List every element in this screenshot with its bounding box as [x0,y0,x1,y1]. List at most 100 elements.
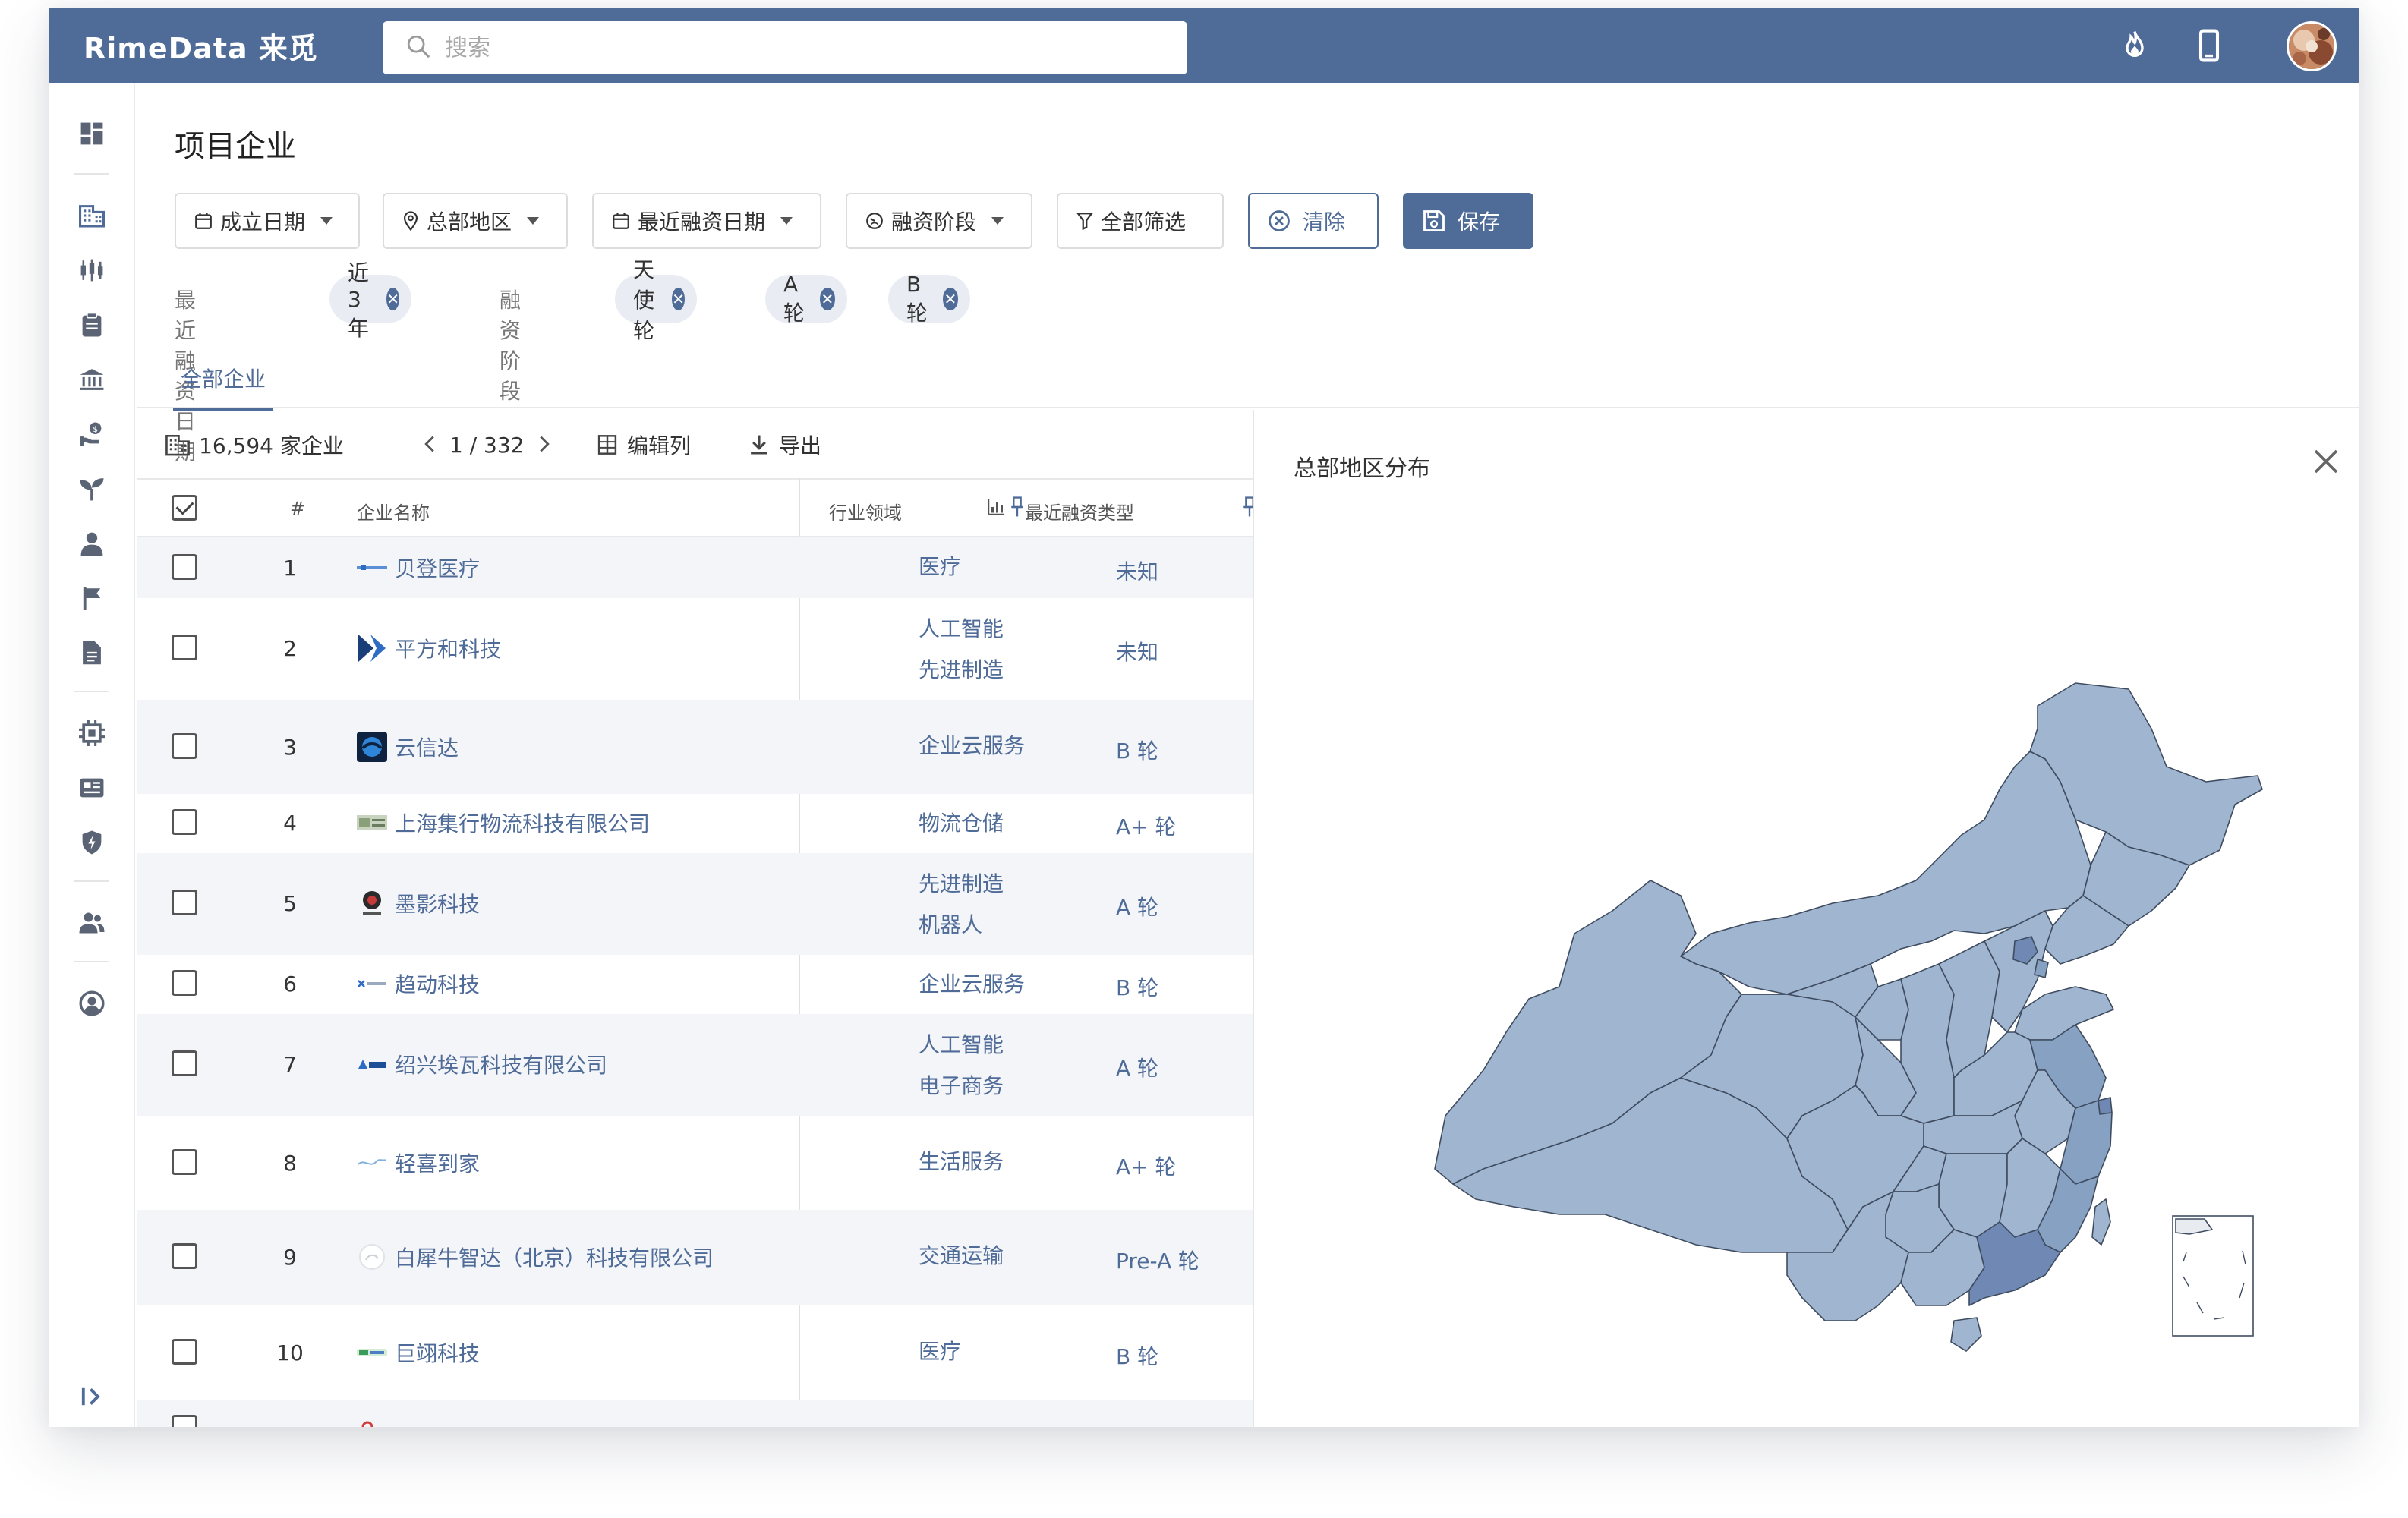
team-icon[interactable] [77,908,107,938]
company-name-link[interactable]: 巨翊科技 [357,1337,480,1368]
industry-tag[interactable]: 医疗 [919,1331,961,1372]
recent-funding-date-filter[interactable]: 最近融资日期 [592,193,821,249]
export-button[interactable]: 导出 [749,430,821,460]
table-row[interactable]: 6 趋动科技 企业云服务 B 轮 [137,955,1253,1014]
edit-columns-button[interactable]: 编辑列 [597,430,691,460]
company-name-link[interactable]: 上海集行物流科技有限公司 [357,808,650,838]
row-checkbox[interactable] [172,1415,197,1427]
account-icon[interactable] [77,988,107,1019]
industry-tag[interactable]: 机器人 [919,905,1004,946]
funding-stage-filter[interactable]: 融资阶段 [846,193,1032,249]
chevron-left-icon[interactable] [424,433,436,458]
table-row[interactable]: 10 巨翊科技 医疗 B 轮 [137,1305,1253,1400]
table-row[interactable]: 2 平方和科技 人工智能 先进制造 未知 [137,598,1253,700]
avatar[interactable] [2287,21,2337,71]
industry-tag[interactable]: 人工智能 [919,609,1004,650]
calendar-icon [194,212,213,230]
industry-tag[interactable]: 生活服务 [919,1142,1004,1183]
filter-tag[interactable]: 天使轮 ✕ [615,257,698,343]
industry-tag[interactable]: 交通运输 [919,1236,1004,1277]
shield-icon[interactable] [77,827,107,858]
all-filters-button[interactable]: 全部筛选 [1057,193,1224,249]
candlestick-icon[interactable] [77,255,107,285]
select-all-checkbox[interactable] [172,495,197,521]
row-checkbox[interactable] [172,1339,197,1365]
filter-tag[interactable]: 近 3 年 ✕ [329,260,412,341]
industry-tag[interactable]: 医疗 [919,546,961,587]
header-funding-type[interactable]: 最近融资类型 [1025,498,1134,524]
remove-tag-icon[interactable]: ✕ [942,288,959,310]
sprout-icon[interactable] [77,474,107,504]
company-name-link[interactable]: 贝登医疗 [357,553,480,583]
row-checkbox[interactable] [172,733,197,759]
company-name-link[interactable]: 轻喜到家 [357,1148,480,1178]
svg-text:$: $ [93,424,98,434]
clear-button[interactable]: 清除 [1248,193,1379,249]
brand-logo[interactable]: RimeData 来觅 [84,23,318,68]
company-name-link[interactable]: 趋动科技 [357,968,480,999]
hq-region-filter[interactable]: 总部地区 [383,193,568,249]
company-name-link[interactable]: 云信达 [357,732,459,762]
row-checkbox[interactable] [172,890,197,915]
chevron-right-icon[interactable] [538,433,550,458]
industry-tag[interactable]: 人工智能 [919,1025,1004,1066]
pin-icon[interactable] [1010,496,1025,522]
money-user-icon[interactable]: $ [77,419,107,449]
mobile-icon[interactable] [2188,24,2230,67]
row-checkbox[interactable] [172,1243,197,1269]
filter-tag[interactable]: A 轮 ✕ [765,272,847,326]
person-icon[interactable] [77,528,107,559]
clipboard-icon[interactable] [77,310,107,340]
header-industry[interactable]: 行业领域 [829,498,902,524]
table-row[interactable]: 5 墨影科技 先进制造 机器人 A 轮 [137,853,1253,955]
save-button[interactable]: 保存 [1403,193,1533,249]
news-icon[interactable] [77,773,107,803]
industry-tag[interactable]: 企业云服务 [919,964,1025,1005]
row-checkbox[interactable] [172,635,197,660]
row-checkbox[interactable] [172,554,197,580]
company-name-link[interactable]: 白犀牛智达（北京）科技有限公司 [357,1242,714,1272]
row-checkbox[interactable] [172,1050,197,1076]
table-row[interactable]: 8 轻喜到家 生活服务 A+ 轮 [137,1116,1253,1210]
industry-tag[interactable]: 企业云服务 [919,726,1025,767]
tab-all-companies[interactable]: 全部企业 [173,363,274,411]
chart-icon[interactable] [987,498,1005,521]
bank-icon[interactable] [77,364,107,395]
search-box[interactable] [383,21,1187,74]
row-checkbox[interactable] [172,809,197,835]
company-name-link[interactable]: 绍兴埃瓦科技有限公司 [357,1049,607,1079]
funding-type-cell: 未知 [1116,640,1159,665]
found-date-filter[interactable]: 成立日期 [175,193,360,249]
row-checkbox[interactable] [172,970,197,996]
filter-tag[interactable]: B 轮 ✕ [888,272,971,326]
pin-icon[interactable] [1242,496,1253,522]
flag-icon[interactable] [77,583,107,613]
remove-tag-icon[interactable]: ✕ [672,288,686,310]
industry-tag[interactable]: 先进制造 [919,864,1004,905]
industry-tag[interactable]: 物流仓储 [919,803,1004,844]
chip-icon[interactable] [77,718,107,748]
search-input[interactable] [445,34,1128,61]
dashboard-icon[interactable] [77,118,107,149]
company-name: 贝登医疗 [395,556,481,581]
tab-bar: 全部企业 [137,357,2359,411]
building-icon[interactable] [77,200,107,231]
industry-tag[interactable]: 电子商务 [919,1066,1004,1107]
page-title: 项目企业 [175,129,296,164]
table-row[interactable]: 7 绍兴埃瓦科技有限公司 人工智能 电子商务 A 轮 [137,1014,1253,1116]
table-row[interactable]: 1 贝登医疗 医疗 未知 [137,537,1253,598]
table-row[interactable]: 9 白犀牛智达（北京）科技有限公司 交通运输 Pre-A 轮 [137,1210,1253,1305]
remove-tag-icon[interactable]: ✕ [819,288,835,310]
industry-tag[interactable]: 先进制造 [919,650,1004,691]
fire-icon[interactable] [2113,24,2156,67]
remove-tag-icon[interactable]: ✕ [386,288,400,310]
row-checkbox[interactable] [172,1149,197,1175]
table-row[interactable]: 3 云信达 企业云服务 B 轮 [137,700,1253,794]
header-company-name[interactable]: 企业名称 [357,498,430,524]
table-row[interactable]: 4 上海集行物流科技有限公司 物流仓储 A+ 轮 [137,794,1253,853]
company-name-link[interactable]: 墨影科技 [357,888,480,918]
document-icon[interactable] [77,638,107,668]
company-name-link[interactable]: 平方和科技 [357,633,501,663]
expand-icon[interactable] [77,1381,107,1412]
table-row[interactable] [137,1400,1253,1427]
